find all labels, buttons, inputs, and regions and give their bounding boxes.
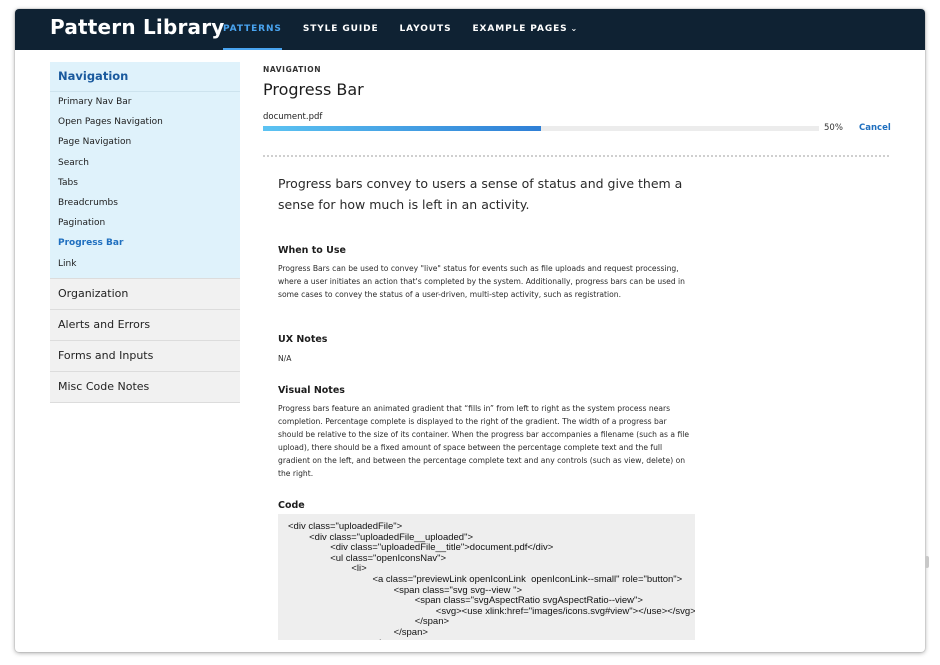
sidebar-section-forms-and-inputs[interactable]: Forms and Inputs (50, 339, 240, 371)
top-navigation-bar: Pattern Library PATTERNS STYLE GUIDE LAY… (15, 9, 925, 50)
sidebar-item-pagination[interactable]: Pagination (50, 213, 240, 233)
nav-item-label: LAYOUTS (399, 24, 452, 34)
progress-bar (263, 126, 819, 131)
nav-item-label: STYLE GUIDE (302, 24, 379, 34)
when-to-use-heading: When to Use (278, 245, 346, 256)
code-heading: Code (278, 500, 305, 511)
sidebar-item-breadcrumbs[interactable]: Breadcrumbs (50, 193, 240, 213)
visual-notes-heading: Visual Notes (278, 385, 345, 396)
main-nav: PATTERNS STYLE GUIDE LAYOUTS EXAMPLE PAG… (223, 9, 599, 50)
sidebar-item-page-navigation[interactable]: Page Navigation (50, 132, 240, 152)
sidebar-item-search[interactable]: Search (50, 153, 240, 173)
code-block[interactable]: <div class="uploadedFile"> <div class="u… (278, 514, 695, 640)
nav-item-layouts[interactable]: LAYOUTS (400, 9, 452, 50)
scrollbar-thumb[interactable] (925, 556, 929, 568)
sidebar-item-tabs[interactable]: Tabs (50, 173, 240, 193)
sidebar-group-title[interactable]: Navigation (50, 62, 240, 92)
when-to-use-text: Progress Bars can be used to convey "liv… (278, 264, 685, 299)
progress-bar-fill (263, 126, 541, 131)
lead-text: Progress bars convey to users a sense of… (278, 176, 683, 212)
sidebar-section-organization[interactable]: Organization (50, 277, 240, 309)
sidebar-group-navigation: Navigation Primary Nav Bar Open Pages Na… (50, 62, 240, 278)
nav-item-style-guide[interactable]: STYLE GUIDE (303, 9, 379, 50)
breadcrumb: NAVIGATION (263, 65, 322, 74)
sidebar-section-alerts-and-errors[interactable]: Alerts and Errors (50, 308, 240, 340)
divider (263, 155, 889, 157)
code-snippet: <div class="uploadedFile"> <div class="u… (288, 521, 695, 640)
visual-notes-text: Progress bars feature an animated gradie… (278, 404, 690, 478)
nav-item-patterns[interactable]: PATTERNS (223, 9, 282, 50)
chevron-down-icon: ⌄ (570, 24, 579, 33)
sidebar-item-primary-nav-bar[interactable]: Primary Nav Bar (50, 92, 240, 112)
sidebar-item-progress-bar[interactable]: Progress Bar (50, 233, 240, 253)
browser-window: Pattern Library PATTERNS STYLE GUIDE LAY… (15, 9, 925, 652)
ux-notes-heading: UX Notes (278, 334, 328, 345)
progress-percent: 50% (824, 123, 843, 133)
ux-notes-text: N/A (278, 354, 292, 363)
brand-logo[interactable]: Pattern Library (50, 15, 225, 39)
sidebar: Navigation Primary Nav Bar Open Pages Na… (50, 62, 240, 403)
file-name: document.pdf (263, 112, 323, 122)
sidebar-section-misc-code-notes[interactable]: Misc Code Notes (50, 370, 240, 403)
sidebar-item-link[interactable]: Link (50, 254, 240, 274)
nav-item-example-pages[interactable]: EXAMPLE PAGES ⌄ (472, 9, 578, 50)
sidebar-item-open-pages-navigation[interactable]: Open Pages Navigation (50, 112, 240, 132)
cancel-button[interactable]: Cancel (859, 123, 891, 133)
nav-item-label: PATTERNS (223, 24, 282, 34)
nav-item-label: EXAMPLE PAGES (472, 24, 568, 34)
page-title: Progress Bar (263, 80, 364, 99)
